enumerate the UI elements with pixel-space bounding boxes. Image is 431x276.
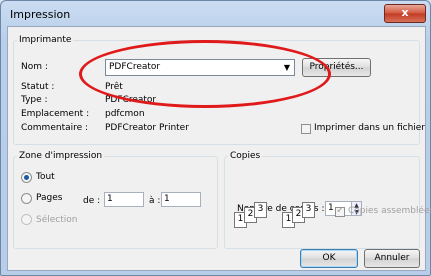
- printer-group-title: Imprimante: [19, 35, 72, 45]
- ok-button[interactable]: OK: [300, 249, 358, 268]
- type-label: Type :: [21, 95, 48, 105]
- range-all-radio[interactable]: [21, 172, 32, 183]
- collate-label[interactable]: Copies assemblées: [348, 206, 431, 216]
- collate-icon-set-2: 1 2 3: [282, 202, 322, 228]
- close-button[interactable]: x: [384, 4, 426, 23]
- printer-name-value: PDFCreator: [109, 62, 161, 72]
- from-page-input[interactable]: 1: [104, 192, 144, 207]
- location-label: Emplacement :: [21, 109, 90, 119]
- status-value: Prêt: [105, 82, 123, 92]
- to-page-input[interactable]: 1: [161, 192, 201, 207]
- range-pages-radio[interactable]: [21, 193, 32, 204]
- print-dialog: Impression x Imprimante Nom : PDFCreator…: [0, 0, 431, 276]
- collate-icon-set-1: 1 2 3: [234, 202, 274, 228]
- collate-page-icon: 3: [302, 202, 315, 218]
- properties-button[interactable]: Propriétés...: [302, 58, 371, 77]
- range-pages-label[interactable]: Pages: [36, 193, 62, 203]
- print-to-file-label[interactable]: Imprimer dans un fichier: [314, 123, 425, 133]
- range-selection-radio[interactable]: [21, 214, 32, 225]
- range-all-label[interactable]: Tout: [36, 172, 55, 182]
- collate-checkbox[interactable]: [335, 205, 345, 217]
- location-value: pdfcmon: [105, 109, 145, 119]
- range-selection-label[interactable]: Sélection: [36, 215, 77, 225]
- cancel-button[interactable]: Annuler: [364, 249, 420, 268]
- from-label: de :: [83, 196, 101, 206]
- copies-group-title: Copies: [230, 151, 261, 161]
- print-range-group-title: Zone d'impression: [19, 151, 103, 161]
- copies-group: Copies: [224, 151, 420, 249]
- dialog-body: Imprimante Nom : PDFCreator ▼ Propriétés…: [7, 26, 431, 271]
- printer-name-select[interactable]: PDFCreator ▼: [105, 59, 295, 76]
- type-value: PDFCreator: [105, 95, 157, 105]
- printer-name-label: Nom :: [21, 62, 48, 72]
- close-icon: x: [401, 6, 409, 19]
- window-title: Impression: [10, 8, 71, 21]
- to-label: à :: [149, 196, 161, 206]
- status-label: Statut :: [21, 82, 55, 92]
- comment-label: Commentaire :: [21, 123, 89, 133]
- print-to-file-checkbox[interactable]: [301, 124, 311, 134]
- comment-value: PDFCreator Printer: [105, 123, 189, 133]
- title-bar: Impression x: [1, 1, 430, 27]
- collate-page-icon: 3: [254, 202, 267, 218]
- dropdown-arrow-icon: ▼: [283, 63, 290, 72]
